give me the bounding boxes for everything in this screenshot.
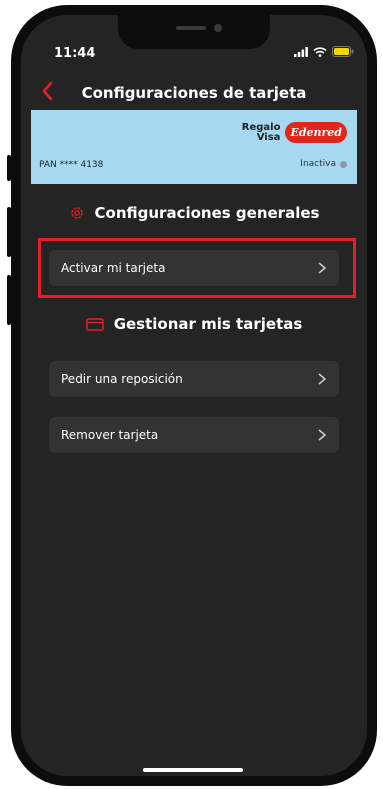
section-general-settings: Configuraciones generales (21, 204, 367, 222)
section-general-title: Configuraciones generales (94, 204, 320, 222)
chevron-right-icon (318, 429, 327, 441)
home-indicator[interactable] (143, 768, 243, 772)
speaker (176, 26, 206, 30)
request-replacement-row[interactable]: Pedir una reposición (49, 361, 339, 397)
app-screen: 11:44 Configuraciones de tarjeta Regalo … (21, 15, 367, 776)
card-status-label: Inactiva (300, 159, 336, 169)
brand-text: Regalo Visa (241, 121, 281, 143)
signal-icon (294, 46, 308, 57)
camera (214, 24, 222, 32)
card-status: Inactiva (300, 159, 347, 169)
section-manage-cards: Gestionar mis tarjetas (21, 315, 367, 333)
gear-icon (70, 207, 83, 219)
brand-line1: Regalo (241, 121, 281, 133)
card-icon (85, 317, 104, 331)
remove-card-row[interactable]: Remover tarjeta (49, 417, 339, 453)
status-time: 11:44 (54, 46, 96, 61)
section-manage-title: Gestionar mis tarjetas (113, 315, 303, 333)
edenred-logo: Edenred (285, 122, 347, 143)
highlight-box (38, 238, 356, 298)
chevron-right-icon (318, 373, 327, 385)
notch (118, 15, 270, 49)
battery-icon (332, 46, 354, 57)
status-dot-icon (340, 160, 347, 168)
card-brand: Regalo Visa Edenred (242, 122, 347, 143)
brand-line2: Visa (256, 131, 281, 143)
card-banner: Regalo Visa Edenred PAN **** 4138 Inacti… (31, 110, 357, 184)
wifi-icon (313, 46, 327, 57)
request-replacement-label: Pedir una reposición (61, 372, 183, 386)
card-pan: PAN **** 4138 (39, 160, 104, 170)
status-icons (294, 46, 354, 57)
page-title: Configuraciones de tarjeta (81, 84, 307, 102)
remove-card-label: Remover tarjeta (61, 428, 159, 442)
